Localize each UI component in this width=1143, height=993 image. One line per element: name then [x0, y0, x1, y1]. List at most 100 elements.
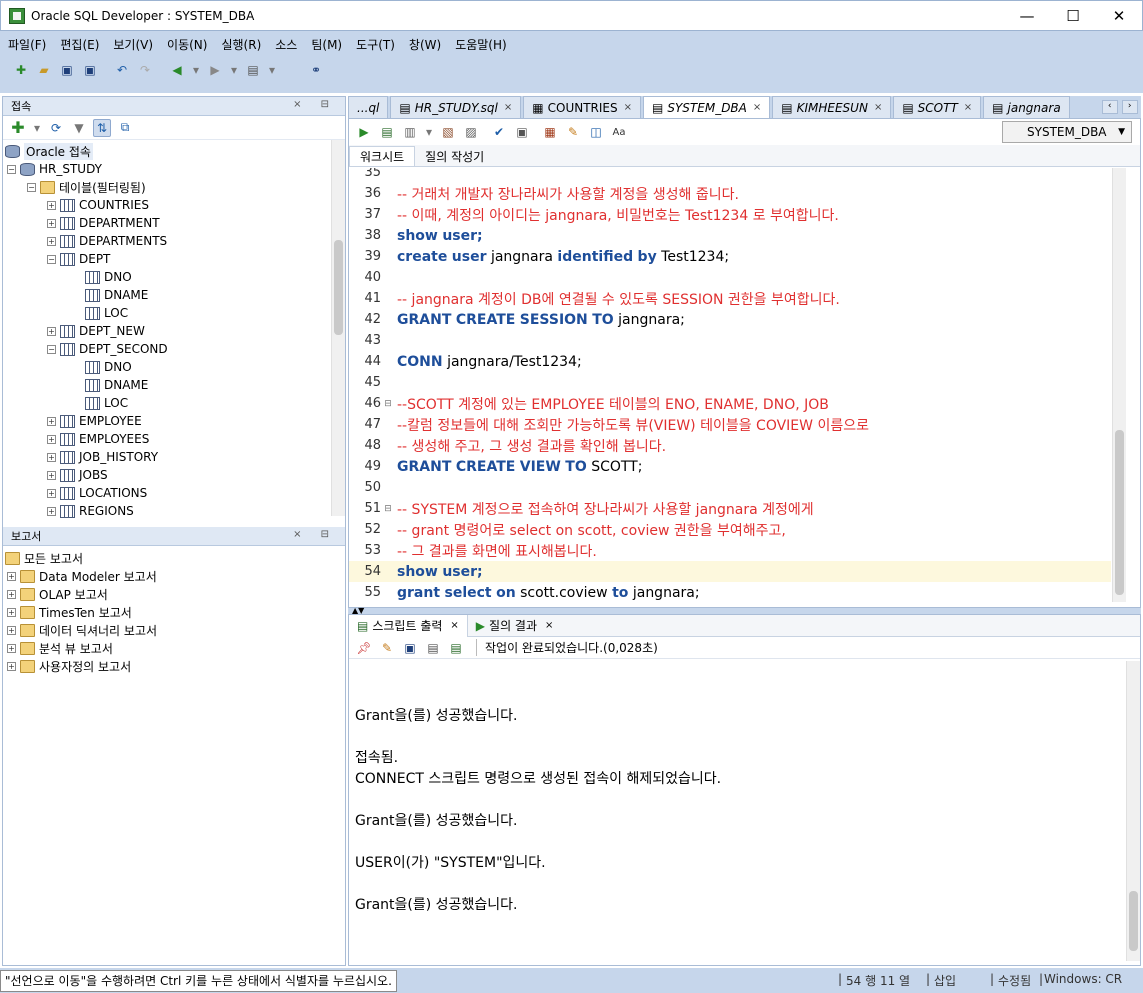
code-line[interactable]: 48 -- 생성해 주고, 그 생성 결과를 확인해 봅니다. — [349, 435, 1111, 456]
tab-hr-study[interactable]: ▤ HR_STUDY.sql × — [390, 96, 522, 118]
redo-icon[interactable]: ↷ — [136, 61, 154, 79]
history-icon[interactable]: ◫ — [587, 123, 605, 141]
collapse-icon[interactable]: − — [7, 164, 16, 174]
editor-scrollbar[interactable] — [1112, 168, 1126, 602]
filter-icon[interactable]: ▼ — [70, 119, 88, 137]
expand-icon[interactable]: + — [47, 434, 56, 444]
tree-table[interactable]: + COUNTRIES — [47, 196, 149, 214]
code-line[interactable]: 36 -- 거래처 개발자 장나라씨가 사용할 계정을 생성해 줍니다. — [349, 183, 1111, 204]
scroll-thumb[interactable] — [1115, 430, 1124, 595]
code-line[interactable]: 35 — [349, 168, 1111, 183]
expand-icon[interactable]: + — [7, 589, 16, 599]
forward-icon[interactable]: ▶ — [206, 61, 224, 79]
tree-column[interactable]: LOC — [85, 304, 128, 322]
menu-team[interactable]: 팀(M) — [311, 36, 342, 53]
save-icon[interactable]: ▣ — [58, 61, 76, 79]
sql-worksheet-icon[interactable]: ▤ — [244, 61, 262, 79]
menu-edit[interactable]: 편집(E) — [60, 36, 99, 53]
tree-tables-folder[interactable]: − 테이블(필터링됨) — [27, 178, 146, 196]
rollback-icon[interactable]: ▣ — [513, 123, 531, 141]
code-line[interactable]: 38 show user; — [349, 225, 1111, 246]
eraser-icon[interactable]: ✎ — [378, 639, 396, 657]
scroll-left-icon[interactable]: ‹ — [1101, 100, 1118, 114]
collapse-icon[interactable]: − — [27, 182, 36, 192]
expand-icon[interactable]: + — [7, 571, 16, 581]
tree-root[interactable]: Oracle 접속 — [5, 142, 93, 160]
collapse-icon[interactable]: − — [47, 344, 56, 354]
tree-table[interactable]: + JOB_HISTORY — [47, 448, 158, 466]
tree-table[interactable]: + REGIONS — [47, 502, 134, 520]
tab-scott[interactable]: ▤ SCOTT × — [893, 96, 982, 118]
fold-icon[interactable]: ⊟ — [381, 399, 395, 409]
tab-script-output[interactable]: ▤ 스크립트 출력 × — [349, 614, 468, 637]
code-line[interactable]: 55 grant select on scott.coview to jangna… — [349, 582, 1111, 602]
back-icon[interactable]: ◀ — [168, 61, 186, 79]
code-line[interactable]: 43 — [349, 330, 1111, 351]
menu-help[interactable]: 도움말(H) — [455, 36, 507, 53]
close-icon[interactable]: × — [450, 620, 458, 631]
expand-icon[interactable]: + — [47, 326, 56, 336]
maximize-button[interactable]: ☐ — [1050, 1, 1096, 31]
tree-scrollbar[interactable] — [331, 140, 345, 516]
pin-icon[interactable]: 📌︎ — [355, 639, 373, 657]
close-icon[interactable]: × — [545, 620, 553, 631]
collapse-icon[interactable]: − — [47, 254, 56, 264]
expand-icon[interactable]: + — [7, 661, 16, 671]
tab-countries[interactable]: ▦ COUNTRIES × — [523, 96, 642, 118]
tree-table[interactable]: + DEPARTMENT — [47, 214, 160, 232]
report-item[interactable]: 모든 보고서 — [5, 549, 83, 567]
menu-tools[interactable]: 도구(T) — [356, 36, 395, 53]
code-line[interactable]: 40 — [349, 267, 1111, 288]
code-line[interactable]: 54 show user; — [349, 561, 1111, 582]
tab-kimheesun[interactable]: ▤ KIMHEESUN × — [772, 96, 892, 118]
print-icon[interactable]: ▤ — [424, 639, 442, 657]
tree-conn[interactable]: − HR_STUDY — [7, 160, 102, 178]
expand-icon[interactable]: + — [47, 416, 56, 426]
schema-browser-icon[interactable]: ⇅ — [93, 118, 111, 137]
fold-icon[interactable]: ⊟ — [381, 504, 395, 514]
report-item[interactable]: + TimesTen 보고서 — [7, 603, 132, 621]
code-line[interactable]: 50 — [349, 477, 1111, 498]
report-item[interactable]: + OLAP 보고서 — [7, 585, 108, 603]
insert-mode[interactable]: 삽입 — [934, 972, 956, 989]
expand-icon[interactable]: + — [7, 625, 16, 635]
binoculars-icon[interactable]: ⚭ — [307, 61, 325, 79]
expand-icon[interactable]: + — [47, 200, 56, 210]
expand-icon[interactable]: + — [7, 607, 16, 617]
script-icon[interactable]: ▤ — [447, 639, 465, 657]
expand-icon[interactable]: + — [7, 643, 16, 653]
minimize-button[interactable]: — — [1004, 1, 1050, 31]
chevron-down-icon[interactable]: ▾ — [191, 61, 201, 79]
commit-check-icon[interactable]: ✔ — [490, 123, 508, 141]
tab-system-dba[interactable]: ▤ SYSTEM_DBA × — [643, 96, 771, 118]
menu-run[interactable]: 실행(R) — [221, 36, 261, 53]
tab-query-builder[interactable]: 질의 작성기 — [415, 146, 494, 166]
save-all-icon[interactable]: ▣ — [81, 61, 99, 79]
code-line[interactable]: 51 ⊟ -- SYSTEM 계정으로 접속하여 장나라씨가 사용할 jangnar… — [349, 498, 1111, 519]
chevron-down-icon[interactable]: ▾ — [267, 61, 277, 79]
expand-icon[interactable]: + — [47, 488, 56, 498]
tree-column[interactable]: LOC — [85, 394, 128, 412]
report-item[interactable]: + 데이터 딕셔너리 보고서 — [7, 621, 157, 639]
refresh-icon[interactable]: ⟳ — [47, 119, 65, 137]
code-line[interactable]: 45 — [349, 372, 1111, 393]
tree-column[interactable]: DNO — [85, 358, 132, 376]
close-icon[interactable]: × — [504, 102, 512, 113]
code-line[interactable]: 46 ⊟ --SCOTT 계정에 있는 EMPLOYEE 테이블의 ENO, ENA… — [349, 393, 1111, 414]
code-line[interactable]: 41 -- jangnara 계정이 DB에 연결될 수 있도록 SESSION … — [349, 288, 1111, 309]
close-button[interactable]: ✕ — [1096, 1, 1142, 31]
add-connection-icon[interactable]: ✚ — [9, 118, 27, 137]
close-icon[interactable]: × — [964, 102, 972, 113]
chevron-down-icon[interactable]: ▾ — [229, 61, 239, 79]
run-script-icon[interactable]: ▤ — [378, 123, 396, 141]
save-icon[interactable]: ▣ — [401, 639, 419, 657]
expand-icon[interactable]: + — [47, 470, 56, 480]
expand-icon[interactable]: + — [47, 506, 56, 516]
menu-navigate[interactable]: 이동(N) — [167, 36, 207, 53]
tree-column[interactable]: DNAME — [85, 376, 148, 394]
close-icon[interactable]: × — [624, 102, 632, 113]
scroll-thumb[interactable] — [334, 240, 343, 335]
menu-file[interactable]: 파일(F) — [8, 36, 46, 53]
code-line[interactable]: 44 CONN jangnara/Test1234; — [349, 351, 1111, 372]
open-folder-icon[interactable]: ▰ — [35, 61, 53, 79]
